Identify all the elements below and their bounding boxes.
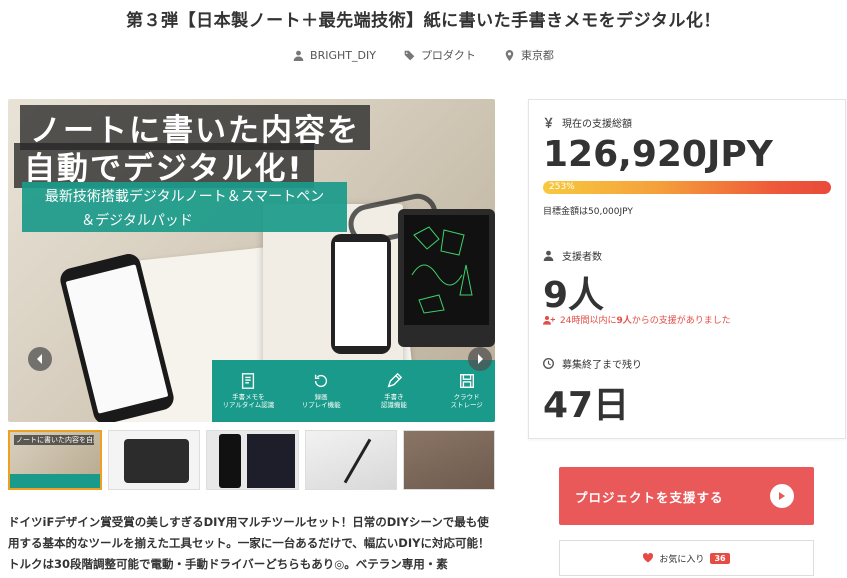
total-amount: 126,920JPY (543, 134, 773, 175)
hero-subtitle-2: ＆デジタルパッド (81, 213, 193, 229)
smartphone-image-2 (331, 234, 391, 354)
feature-recognition: 手書き 認識機能 (358, 360, 431, 422)
chevron-right-icon (478, 354, 483, 364)
category-link[interactable]: プロダクト (404, 47, 476, 63)
recent-supporters-note: 24時間以内に9人からの支援がありました (543, 313, 731, 326)
progress-percent: 253% (549, 182, 575, 192)
remaining-label-row: 募集終了まで残り (543, 356, 642, 371)
thumbnail-strip: ノートに書いた内容を自動でデジタル化! (8, 430, 496, 490)
thumbnail-1[interactable]: ノートに書いた内容を自動でデジタル化! (8, 430, 103, 490)
arrow-right-circle-icon (770, 484, 794, 508)
progress-bar: 253% (543, 181, 831, 194)
chevron-left-icon (37, 354, 42, 364)
support-project-button[interactable]: プロジェクトを支援する (559, 467, 814, 525)
recent-prefix: 24時間以内に (560, 316, 617, 326)
feature-label: 手書メモを リアルタイム認識 (222, 393, 275, 409)
favorite-button[interactable]: お気に入り 36 (559, 540, 814, 576)
thumbnail-3[interactable] (206, 430, 299, 490)
yen-icon (544, 117, 553, 128)
user-icon (543, 250, 554, 261)
map-pin-icon (505, 49, 514, 61)
memo-icon (242, 373, 255, 390)
category-name: プロダクト (420, 49, 476, 62)
owner-link[interactable]: BRIGHT_DIY (293, 47, 376, 63)
pen-icon (387, 373, 403, 388)
project-title: 第３弾【日本製ノート＋最先端技術】紙に書いた手書きメモをデジタル化！ (126, 11, 721, 31)
thumbnail-caption: ノートに書いた内容を自動でデジタル化! (14, 435, 94, 445)
project-meta: BRIGHT_DIY プロダクト 東京都 (0, 47, 847, 63)
remaining-label: 募集終了まで残り (562, 360, 642, 371)
pad-sketch-graphic (411, 226, 473, 314)
hero-subtitle-1: 最新技術搭載デジタルノート＆スマートペン (44, 189, 325, 205)
project-description: ドイツiFデザイン賞受賞の美しすぎるDIY用マルチツールセット！日常のDIYシー… (8, 515, 490, 571)
remaining-days: 47日 (543, 385, 630, 426)
supporters-count: 9人 (543, 275, 605, 316)
tag-icon (404, 50, 415, 60)
recent-suffix: からの支援がありました (631, 316, 731, 326)
hero-image[interactable]: ノートに書いた内容を 自動でデジタル化! 最新技術搭載デジタルノート＆スマートペ… (8, 99, 495, 422)
funding-card: 現在の支援総額 126,920JPY 253% 目標金額は50,000JPY 支… (528, 99, 846, 439)
total-label-row: 現在の支援総額 (543, 115, 632, 130)
favorite-count: 36 (710, 552, 730, 564)
save-icon (459, 374, 474, 389)
next-image-button[interactable] (468, 347, 492, 371)
recent-count: 9人 (616, 316, 632, 326)
feature-label: 録画 リプレイ機能 (301, 393, 341, 409)
feature-realtime: 手書メモを リアルタイム認識 (212, 360, 285, 422)
user-icon (293, 50, 304, 61)
supporters-label: 支援者数 (562, 252, 602, 263)
replay-icon (315, 374, 328, 388)
heart-icon (643, 553, 654, 563)
prev-image-button[interactable] (28, 347, 52, 371)
users-plus-icon (543, 315, 555, 325)
feature-replay: 録画 リプレイ機能 (285, 360, 358, 422)
feature-label: 手書き 認識機能 (380, 393, 407, 409)
digital-pad-image (398, 209, 495, 347)
favorite-label: お気に入り (659, 554, 705, 565)
clock-icon (543, 358, 554, 369)
owner-name: BRIGHT_DIY (310, 48, 376, 62)
feature-label: クラウド ストレージ (450, 393, 483, 409)
supporters-label-row: 支援者数 (543, 248, 602, 263)
feature-strip: 手書メモを リアルタイム認識 録画 リプレイ機能 手書き 認識機能 クラウド ス… (212, 360, 495, 422)
support-button-label: プロジェクトを支援する (575, 489, 724, 505)
location-link[interactable]: 東京都 (504, 47, 554, 63)
thumbnail-5[interactable] (402, 430, 496, 490)
total-label: 現在の支援総額 (562, 119, 632, 130)
thumbnail-2[interactable] (108, 430, 201, 490)
location-name: 東京都 (520, 49, 554, 62)
goal-text: 目標金額は50,000JPY (543, 207, 633, 217)
thumbnail-4[interactable] (304, 430, 397, 490)
